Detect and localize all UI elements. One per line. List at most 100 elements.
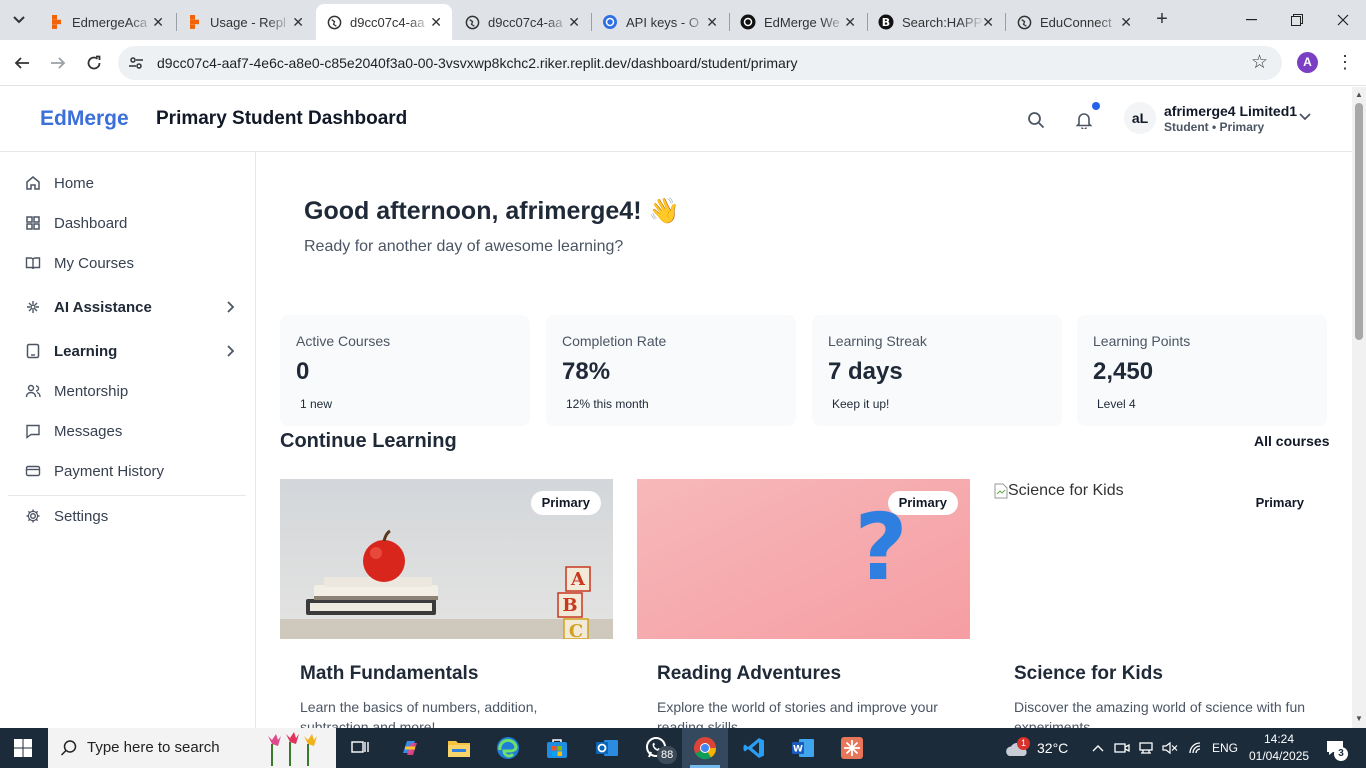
tab-close-icon[interactable]: ✕	[152, 13, 164, 31]
tab-close-icon[interactable]: ✕	[292, 13, 304, 31]
browser-tab[interactable]: EdmergeAca ✕	[38, 4, 174, 40]
notifications-button[interactable]	[1073, 109, 1095, 131]
stat-label: Learning Streak	[828, 333, 927, 349]
tab-close-icon[interactable]: ✕	[1120, 13, 1132, 31]
clock-time[interactable]: 14:24	[1264, 732, 1294, 746]
stat-label: Active Courses	[296, 333, 391, 349]
brand-logo[interactable]: EdMerge	[40, 107, 129, 131]
browser-menu-icon[interactable]: ⋮	[1336, 52, 1354, 72]
copilot-button[interactable]	[397, 735, 423, 761]
tab-close-icon[interactable]: ✕	[430, 13, 442, 31]
image-alt-text: Science for Kids	[1008, 482, 1124, 499]
tray-overflow-button[interactable]	[1088, 735, 1108, 761]
globe-icon	[326, 14, 342, 30]
openai-icon	[602, 14, 618, 30]
scrollbar-thumb[interactable]	[1355, 103, 1363, 340]
omnibox[interactable]: d9cc07c4-aaf7-4e6c-a8e0-c85e2040f3a0-00-…	[118, 46, 1282, 80]
openai-icon	[740, 14, 756, 30]
word-button[interactable]: W	[790, 735, 816, 761]
sidebar-item-dashboard[interactable]: Dashboard	[8, 205, 246, 241]
course-card-science[interactable]: Science for Kids Primary Science for Kid…	[994, 479, 1327, 728]
tablet-icon	[24, 342, 42, 360]
edge-browser-button[interactable]	[495, 735, 521, 761]
temperature-text[interactable]: 32°C	[1037, 740, 1068, 756]
restore-icon	[1291, 14, 1303, 26]
browser-tab-active[interactable]: d9cc07c4-aa ✕	[316, 4, 452, 40]
sidebar-item-home[interactable]: Home	[8, 165, 246, 201]
minimize-button[interactable]	[1228, 0, 1274, 40]
sidebar-item-label: Messages	[54, 422, 123, 440]
taskbar-search-box[interactable]: Type here to search	[48, 728, 336, 768]
browser-tab[interactable]: EduConnect ✕	[1006, 4, 1142, 40]
course-level-badge: Primary	[887, 491, 958, 515]
volume-button[interactable]	[1160, 735, 1180, 761]
file-explorer-button[interactable]	[446, 735, 472, 761]
arrow-left-icon	[14, 57, 29, 69]
sidebar-item-payment-history[interactable]: Payment History	[8, 453, 246, 489]
stat-card-learning-streak: Learning Streak 7 days Keep it up!	[812, 315, 1062, 426]
stat-value: 2,450	[1093, 358, 1154, 385]
new-tab-button[interactable]: +	[1150, 8, 1174, 32]
windows-start-button[interactable]	[14, 739, 32, 757]
browser-tab[interactable]: B Search:HAPP ✕	[868, 4, 1004, 40]
claude-app-button[interactable]	[839, 735, 865, 761]
replit-icon	[48, 14, 64, 30]
course-title[interactable]: Math Fundamentals	[300, 663, 478, 685]
microsoft-store-button[interactable]	[544, 735, 570, 761]
sidebar-item-messages[interactable]: Messages	[8, 413, 246, 449]
book-icon	[24, 254, 42, 272]
all-courses-link[interactable]: All courses	[1254, 433, 1329, 449]
browser-profile-avatar[interactable]: A	[1297, 52, 1318, 73]
bookmark-star-icon[interactable]: ☆	[1251, 51, 1268, 74]
sidebar-item-mentorship[interactable]: Mentorship	[8, 373, 246, 409]
tab-close-icon[interactable]: ✕	[706, 13, 718, 31]
scroll-up-icon[interactable]: ▲	[1355, 90, 1363, 99]
reload-button[interactable]	[82, 51, 106, 75]
sidebar-item-settings[interactable]: Settings	[8, 498, 246, 534]
browser-tab-bar: EdmergeAca ✕ Usage - Repl ✕ d9cc07c4-aa …	[0, 0, 1366, 40]
clock-date[interactable]: 01/04/2025	[1249, 749, 1309, 763]
sidebar-item-learning[interactable]: Learning	[8, 333, 246, 369]
greeting-subtitle: Ready for another day of awesome learnin…	[304, 238, 624, 255]
outlook-button[interactable]	[594, 735, 620, 761]
course-title[interactable]: Reading Adventures	[657, 663, 841, 685]
whatsapp-unread-badge: 88	[657, 746, 678, 764]
course-description: Explore the world of stories and improve…	[657, 699, 938, 728]
browser-tab[interactable]: EdMerge We ✕	[730, 4, 866, 40]
wifi-button[interactable]	[1186, 735, 1206, 761]
meet-now-button[interactable]	[1112, 735, 1132, 761]
bell-icon	[1075, 113, 1093, 129]
tab-title: EduConnect	[1040, 14, 1112, 30]
task-view-button[interactable]	[347, 735, 373, 761]
tab-search-button[interactable]	[6, 8, 32, 32]
browser-tab[interactable]: d9cc07c4-aa ✕	[454, 4, 590, 40]
chrome-taskbar-active[interactable]	[682, 728, 728, 768]
site-info-icon[interactable]	[128, 55, 144, 71]
course-title[interactable]: Science for Kids	[1014, 663, 1163, 685]
course-card-reading[interactable]: ? Primary Reading Adventures Explore the…	[637, 479, 970, 728]
restore-button[interactable]	[1274, 0, 1320, 40]
user-name[interactable]: afrimerge4 Limited1	[1164, 103, 1297, 119]
browser-tab[interactable]: API keys - O ✕	[592, 4, 728, 40]
sidebar-item-my-courses[interactable]: My Courses	[8, 245, 246, 281]
tab-close-icon[interactable]: ✕	[982, 13, 994, 31]
forward-button[interactable]	[46, 51, 70, 75]
close-window-button[interactable]	[1320, 0, 1366, 40]
avatar[interactable]: aL	[1124, 102, 1156, 134]
language-indicator[interactable]: ENG	[1212, 741, 1238, 755]
user-menu-chevron[interactable]	[1298, 109, 1312, 128]
sidebar-item-ai-assistance[interactable]: AI Assistance	[8, 289, 246, 325]
vscode-button[interactable]	[741, 735, 767, 761]
search-button[interactable]	[1025, 109, 1047, 131]
network-status-button[interactable]	[1136, 735, 1156, 761]
course-card-math[interactable]: A B C Primary Math Fundamentals Learn th…	[280, 479, 613, 728]
tab-close-icon[interactable]: ✕	[568, 13, 580, 31]
tab-close-icon[interactable]: ✕	[844, 13, 856, 31]
page-scrollbar[interactable]: ▲ ▼	[1352, 87, 1366, 728]
close-icon	[1337, 14, 1349, 26]
home-icon	[24, 174, 42, 192]
browser-tab[interactable]: Usage - Repl ✕	[176, 4, 314, 40]
back-button[interactable]	[10, 51, 34, 75]
scroll-down-icon[interactable]: ▼	[1355, 714, 1363, 723]
windows-logo-icon	[14, 739, 32, 757]
